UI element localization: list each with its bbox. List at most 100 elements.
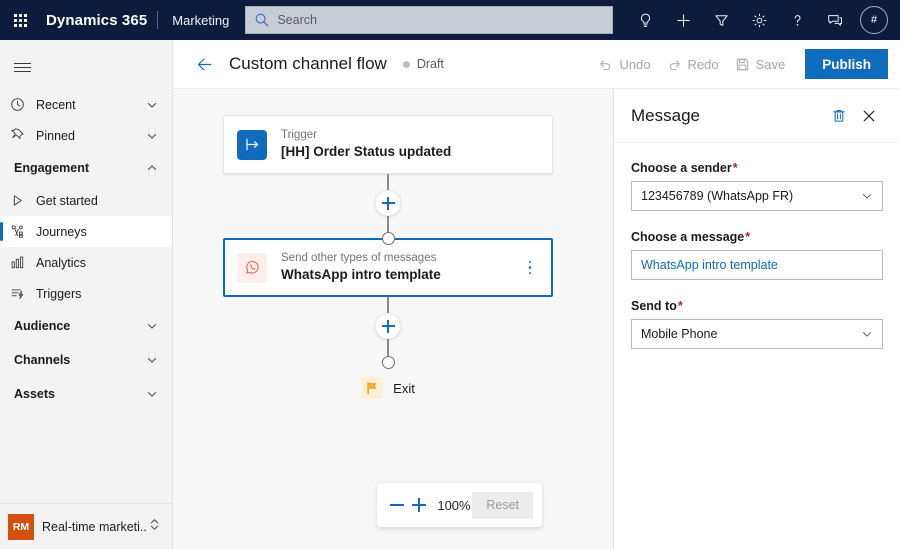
connector-endpoint	[381, 232, 395, 245]
sidebar-item-label: Analytics	[36, 255, 87, 270]
field-choose-a-message: Choose a message* WhatsApp intro templat…	[631, 230, 883, 280]
panel-body: Choose a sender* 123456789 (WhatsApp FR)…	[614, 143, 900, 349]
close-button[interactable]	[854, 101, 884, 131]
sidebar-item-analytics[interactable]: Analytics	[0, 247, 172, 278]
field-send-to: Send to* Mobile Phone	[631, 299, 883, 349]
message-node-title: WhatsApp intro template	[281, 267, 441, 282]
add-step-button[interactable]	[375, 190, 401, 216]
sender-dropdown[interactable]: 123456789 (WhatsApp FR)	[631, 181, 883, 211]
sender-value: 123456789 (WhatsApp FR)	[641, 189, 794, 203]
command-bar: Custom channel flow Draft Undo Redo Save…	[173, 40, 900, 89]
minus-icon	[390, 504, 405, 506]
avatar: #	[860, 6, 888, 34]
zoom-out-button[interactable]	[386, 490, 408, 520]
panel-title: Message	[631, 105, 700, 125]
sidebar-group-label: Assets	[14, 387, 55, 401]
sidebar-group-assets[interactable]: Assets	[0, 377, 172, 411]
triggers-icon	[10, 286, 32, 301]
sidebar-item-recent[interactable]: Recent	[0, 89, 172, 120]
message-node-text: Send other types of messages WhatsApp in…	[267, 251, 441, 284]
sidebar-item-label: Triggers	[36, 286, 82, 301]
exit-node-label: Exit	[393, 380, 415, 396]
plus-icon[interactable]	[664, 0, 702, 40]
search-icon	[254, 12, 270, 28]
message-value-link[interactable]: WhatsApp intro template	[641, 258, 778, 272]
message-field[interactable]: WhatsApp intro template	[631, 250, 883, 280]
sidebar: Recent Pinned Engagement Get started Jou…	[0, 40, 173, 549]
command-bar-actions: Undo Redo Save Publish	[590, 48, 900, 80]
connector-line	[387, 174, 389, 190]
sidebar-toggle-button[interactable]	[0, 47, 44, 87]
redo-button[interactable]: Redo	[659, 48, 727, 80]
save-icon	[735, 57, 750, 72]
sidebar-group-engagement[interactable]: Engagement	[0, 151, 172, 185]
chevron-up-down-icon[interactable]	[148, 518, 161, 536]
trigger-node[interactable]: Trigger [HH] Order Status updated	[223, 115, 553, 174]
waffle-icon	[13, 13, 27, 27]
required-asterisk: *	[732, 161, 738, 175]
close-icon	[863, 110, 875, 121]
sidebar-nav-list: Recent Pinned Engagement Get started Jou…	[0, 89, 172, 411]
undo-label: Undo	[619, 56, 651, 72]
redo-icon	[667, 57, 682, 72]
send-to-dropdown[interactable]: Mobile Phone	[631, 319, 883, 349]
question-icon[interactable]	[778, 0, 816, 40]
zoom-reset-button[interactable]: Reset	[472, 491, 533, 519]
trash-icon	[833, 109, 845, 122]
filter-icon[interactable]	[702, 0, 740, 40]
undo-button[interactable]: Undo	[590, 48, 658, 80]
field-label-text: Choose a message	[631, 230, 745, 244]
area-switcher[interactable]: RM Real-time marketi...	[0, 503, 173, 549]
sidebar-item-journeys[interactable]: Journeys	[0, 216, 172, 247]
global-search-box[interactable]: Search	[245, 6, 614, 34]
save-button[interactable]: Save	[727, 48, 794, 80]
brand-title[interactable]: Dynamics 365	[40, 12, 157, 29]
sidebar-group-audience[interactable]: Audience	[0, 309, 172, 343]
save-label: Save	[755, 56, 786, 72]
search-placeholder: Search	[277, 13, 317, 27]
chevron-down-icon[interactable]	[146, 354, 158, 366]
clock-icon	[10, 97, 32, 112]
play-icon	[10, 193, 32, 208]
sidebar-group-label: Channels	[14, 353, 71, 367]
chevron-down-icon[interactable]	[146, 130, 158, 142]
field-label: Choose a message*	[631, 230, 883, 244]
back-arrow-icon	[197, 58, 211, 70]
sidebar-item-triggers[interactable]: Triggers	[0, 278, 172, 309]
sidebar-group-channels[interactable]: Channels	[0, 343, 172, 377]
chevron-down-icon[interactable]	[146, 388, 158, 400]
connector-line	[387, 339, 389, 356]
message-node-more-options-button[interactable]	[521, 255, 539, 281]
panel-header: Message	[614, 89, 900, 143]
sidebar-group-label: Engagement	[14, 161, 90, 175]
chevron-down-icon[interactable]	[146, 99, 158, 111]
connector-message-to-exit	[223, 297, 553, 369]
exit-node[interactable]: Exit	[223, 377, 553, 399]
feedback-icon[interactable]	[816, 0, 854, 40]
lightbulb-icon[interactable]	[626, 0, 664, 40]
sidebar-item-pinned[interactable]: Pinned	[0, 120, 172, 151]
sidebar-item-label: Journeys	[36, 224, 87, 239]
zoom-in-button[interactable]	[408, 490, 430, 520]
gear-icon[interactable]	[740, 0, 778, 40]
user-avatar-button[interactable]: #	[854, 0, 894, 40]
trigger-arrow-icon	[237, 129, 267, 160]
app-launcher-button[interactable]	[0, 0, 40, 40]
properties-panel: Message Choose a sender* 123456789 (What…	[613, 89, 900, 549]
zoom-controls: 100% Reset	[377, 483, 542, 527]
message-node[interactable]: Send other types of messages WhatsApp in…	[223, 238, 553, 297]
delete-button[interactable]	[824, 101, 854, 131]
back-button[interactable]	[185, 45, 223, 83]
redo-label: Redo	[687, 56, 719, 72]
analytics-icon	[10, 255, 32, 270]
sidebar-item-get-started[interactable]: Get started	[0, 185, 172, 216]
status-badge: Draft	[402, 57, 444, 71]
journey-canvas[interactable]: Trigger [HH] Order Status updated Send o…	[173, 89, 613, 549]
panel-actions	[824, 101, 884, 131]
chevron-down-icon[interactable]	[146, 320, 158, 332]
app-name-label[interactable]: Marketing	[158, 13, 243, 28]
add-step-button[interactable]	[375, 313, 401, 339]
publish-button[interactable]: Publish	[805, 49, 888, 79]
field-label-text: Send to	[631, 299, 677, 313]
chevron-up-icon[interactable]	[146, 162, 158, 174]
